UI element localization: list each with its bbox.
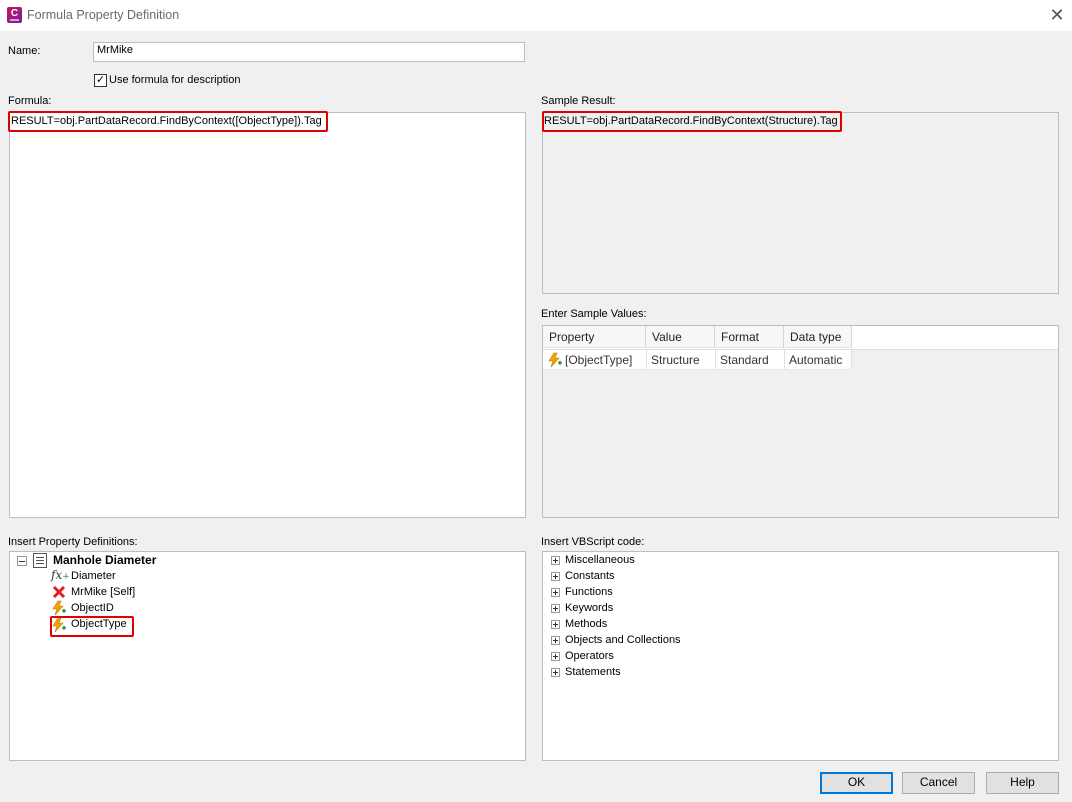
vb-item-operators[interactable]: Operators xyxy=(551,648,614,664)
sample-values-label: Enter Sample Values: xyxy=(541,308,647,320)
use-formula-checkbox[interactable]: ✓ xyxy=(94,74,107,87)
sample-values-grid[interactable]: Property Value Format Data type [ObjectT… xyxy=(542,325,1059,518)
sample-result-text: RESULT=obj.PartDataRecord.FindByContext(… xyxy=(544,115,838,127)
formula-label: Formula: xyxy=(8,95,52,107)
property-definitions-tree[interactable]: Manhole Diameter fx+ Diameter MrMike [Se… xyxy=(9,551,526,761)
title-bar: C Formula Property Definition ✕ xyxy=(0,0,1072,31)
expand-icon[interactable] xyxy=(551,619,560,629)
row-data-type[interactable]: Automatic xyxy=(789,353,842,367)
vb-item-objects-and-collections[interactable]: Objects and Collections xyxy=(551,632,681,648)
name-label: Name: xyxy=(8,45,41,57)
vb-item-miscellaneous[interactable]: Miscellaneous xyxy=(551,552,635,568)
expand-icon[interactable] xyxy=(551,603,560,613)
row-format[interactable]: Standard xyxy=(720,353,769,367)
row-value[interactable]: Structure xyxy=(651,353,700,367)
cancel-button[interactable]: Cancel xyxy=(902,772,975,794)
sample-result-label: Sample Result: xyxy=(541,95,616,107)
vbscript-label: Insert VBScript code: xyxy=(541,536,645,548)
vb-item-methods[interactable]: Methods xyxy=(551,616,607,632)
formula-text: RESULT=obj.PartDataRecord.FindByContext(… xyxy=(11,115,322,127)
close-icon[interactable]: ✕ xyxy=(1048,5,1066,25)
civil-3d-app-icon: C xyxy=(7,7,22,23)
use-formula-label: Use formula for description xyxy=(109,74,241,86)
expand-icon[interactable] xyxy=(551,635,560,645)
property-definitions-label: Insert Property Definitions: xyxy=(8,536,138,548)
auto-property-icon xyxy=(52,617,66,633)
name-input[interactable]: MrMike xyxy=(93,42,525,62)
row-property: [ObjectType] xyxy=(565,353,633,367)
auto-property-icon xyxy=(52,600,66,616)
expand-icon[interactable] xyxy=(551,555,560,565)
table-row[interactable]: [ObjectType] Structure Standard Automati… xyxy=(543,350,852,370)
window-title: Formula Property Definition xyxy=(27,8,180,22)
help-button[interactable]: Help xyxy=(986,772,1059,794)
col-value[interactable]: Value xyxy=(646,326,715,348)
col-data-type[interactable]: Data type xyxy=(784,326,852,348)
vbscript-tree[interactable]: Miscellaneous Constants Functions Keywor… xyxy=(542,551,1059,761)
expand-icon[interactable] xyxy=(551,587,560,597)
formula-fx-icon: fx+ xyxy=(51,568,70,582)
expand-icon[interactable] xyxy=(551,667,560,677)
vb-item-statements[interactable]: Statements xyxy=(551,664,621,680)
tree-item-mrmike-self[interactable]: MrMike [Self] xyxy=(71,584,135,600)
col-property[interactable]: Property xyxy=(543,326,646,348)
vb-item-keywords[interactable]: Keywords xyxy=(551,600,613,616)
expand-icon[interactable] xyxy=(551,571,560,581)
property-set-icon xyxy=(33,553,47,568)
col-format[interactable]: Format xyxy=(715,326,784,348)
vb-item-functions[interactable]: Functions xyxy=(551,584,613,600)
col-divider xyxy=(715,350,716,369)
auto-property-icon xyxy=(548,352,562,368)
expand-icon[interactable] xyxy=(551,651,560,661)
tree-item-objecttype[interactable]: ObjectType xyxy=(71,616,127,632)
formula-editor[interactable]: RESULT=obj.PartDataRecord.FindByContext(… xyxy=(8,111,526,518)
col-divider xyxy=(646,350,647,369)
col-divider xyxy=(784,350,785,369)
tree-root-manhole-diameter[interactable]: Manhole Diameter xyxy=(53,552,156,568)
collapse-icon[interactable] xyxy=(17,556,27,566)
tree-item-diameter[interactable]: Diameter xyxy=(71,568,116,584)
tree-item-objectid[interactable]: ObjectID xyxy=(71,600,114,616)
sample-result-box: RESULT=obj.PartDataRecord.FindByContext(… xyxy=(542,111,1059,294)
col-divider xyxy=(851,350,852,369)
red-x-icon xyxy=(52,585,66,599)
vb-item-constants[interactable]: Constants xyxy=(551,568,615,584)
ok-button[interactable]: OK xyxy=(820,772,893,794)
